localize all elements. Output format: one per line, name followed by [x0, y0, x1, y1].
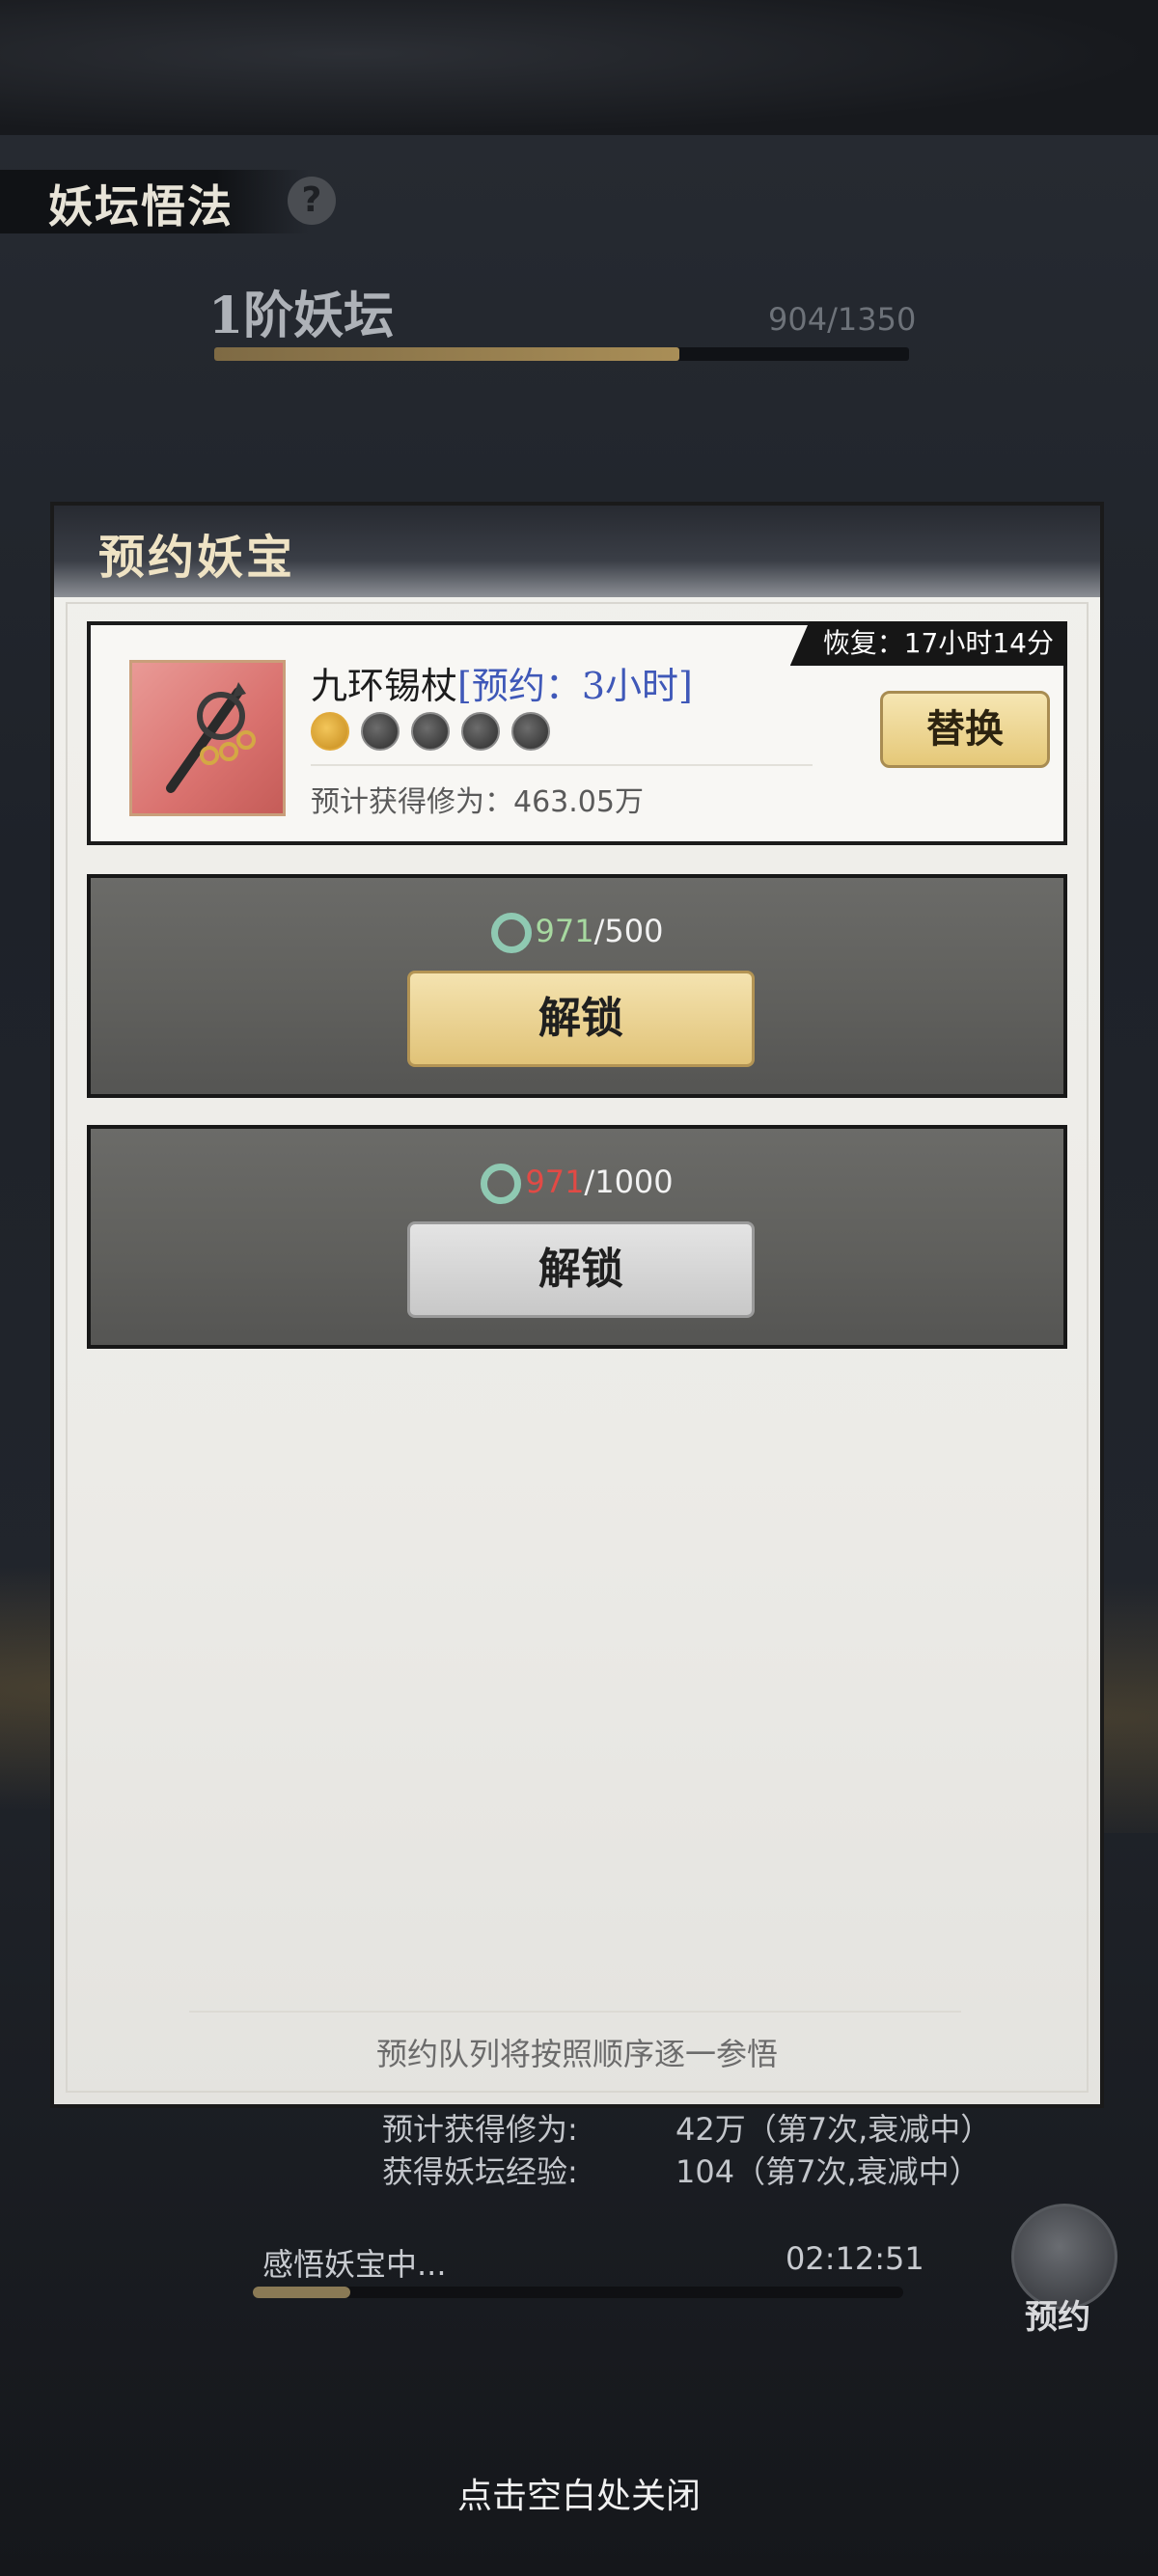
close-hint[interactable]: 点击空白处关闭 [0, 2468, 1158, 2518]
slot-2-cost: 971/1000 [91, 1164, 1063, 1204]
star-dim-icon [461, 712, 500, 751]
exp-label: 获得妖坛经验: [382, 2153, 578, 2190]
slot-2-cost-need: /1000 [584, 1164, 674, 1200]
unlock-button-2[interactable]: 解锁 [407, 1221, 755, 1318]
star-lit-icon [311, 712, 349, 751]
staff-icon [166, 682, 256, 793]
slot-1-cost: 971/500 [91, 913, 1063, 953]
star-dim-icon [511, 712, 550, 751]
altar-exp-text: 904/1350 [768, 301, 917, 338]
replace-button[interactable]: 替换 [880, 691, 1050, 768]
help-icon[interactable]: ? [288, 177, 336, 225]
section-title: 妖坛悟法 [48, 180, 234, 233]
slot-1-cost-need: /500 [593, 913, 664, 949]
item-star-rating [311, 712, 562, 754]
queue-note: 预约队列将按照顺序逐一参悟 [375, 2036, 778, 2072]
reserve-button-label[interactable]: 预约 [1025, 2290, 1090, 2338]
locked-slot-2: 971/1000 解锁 [87, 1125, 1067, 1349]
altar-exp-bar [214, 347, 909, 361]
comprehend-timer: 02:12:51 [786, 2240, 924, 2277]
unlock-button-1[interactable]: 解锁 [407, 971, 755, 1067]
altar-level: 1阶妖坛 [208, 287, 395, 345]
jade-ring-icon [481, 1164, 522, 1204]
exp-value: 104（第7次,衰减中） [676, 2153, 980, 2190]
queue-note-divider [189, 2011, 961, 2013]
cultivation-label: 预计获得修为: [382, 2111, 578, 2148]
locked-slot-1: 971/500 解锁 [87, 874, 1067, 1098]
comprehend-progress-fill [253, 2287, 351, 2298]
reserved-item-card: 恢复：17小时14分 九环锡杖[预约：3小时] 预计获得修为：463.05万 替… [87, 621, 1067, 845]
comprehend-progress-bar [253, 2287, 903, 2298]
altar-exp-bar-fill [214, 347, 680, 361]
comprehend-status: 感悟妖宝中... [262, 2246, 447, 2283]
item-expected-gain: 预计获得修为：463.05万 [311, 785, 644, 819]
item-divider [311, 764, 813, 766]
recover-time-badge: 恢复：17小时14分 [789, 621, 1067, 666]
item-name: 九环锡杖 [311, 665, 458, 707]
star-dim-icon [411, 712, 450, 751]
star-dim-icon [361, 712, 400, 751]
item-reserve-tag: [预约：3小时] [457, 665, 693, 707]
item-name-line: 九环锡杖[预约：3小时] [311, 656, 693, 709]
staff-item-icon [129, 660, 286, 816]
slot-1-cost-have: 971 [535, 913, 594, 949]
reserve-treasure-modal: 预约妖宝 恢复：17小时14分 九环锡杖[预约：3小时] 预计获得修为：463.… [50, 502, 1104, 2108]
slot-2-cost-have: 971 [525, 1164, 585, 1200]
modal-title: 预约妖宝 [98, 531, 296, 585]
jade-ring-icon [490, 913, 532, 953]
cultivation-value: 42万（第7次,衰减中） [676, 2111, 992, 2148]
top-decor-banner [0, 0, 1158, 135]
modal-header: 预约妖宝 [54, 506, 1100, 597]
